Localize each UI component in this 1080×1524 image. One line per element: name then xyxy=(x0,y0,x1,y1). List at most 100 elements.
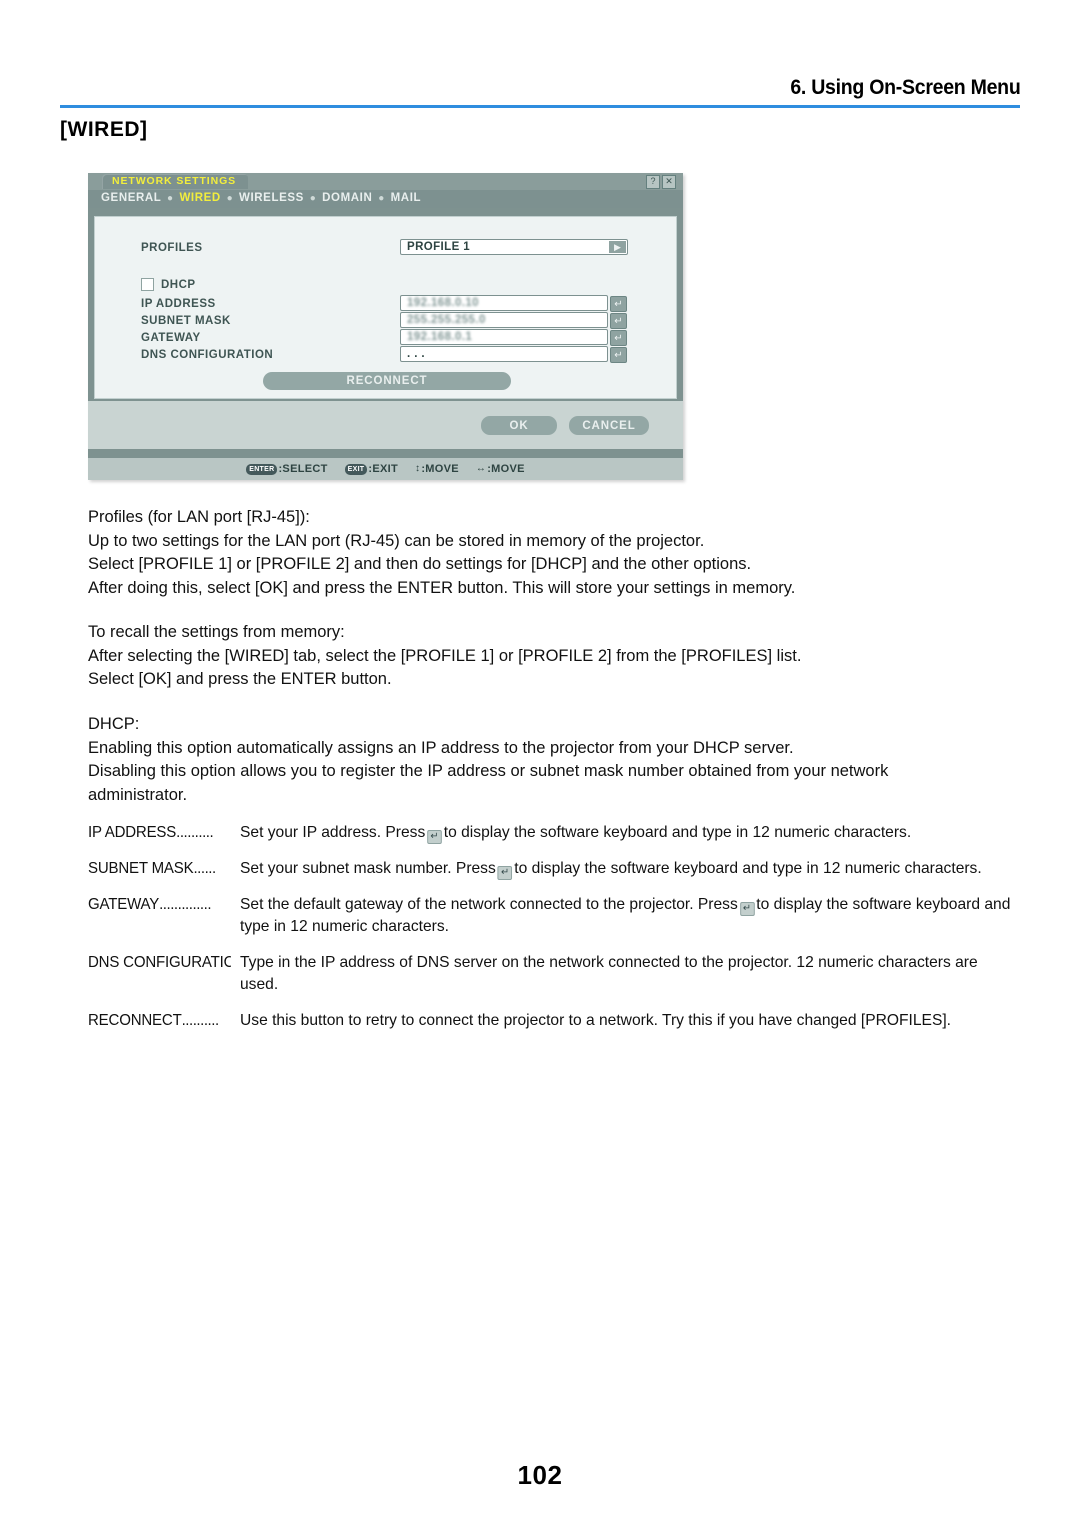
definition-text-after: to display the software keyboard and typ… xyxy=(443,824,912,841)
paragraph-line: administrator. xyxy=(88,785,188,804)
ip-address-value: 192.168.0.10 xyxy=(407,297,479,309)
definition-term-label: GATEWAY xyxy=(88,896,160,913)
definition-text-before: Set the default gateway of the network c… xyxy=(240,896,738,913)
subnet-mask-value: 255.255.255.0 xyxy=(407,314,486,326)
dialog-title: NETWORK SETTINGS xyxy=(102,174,249,189)
paragraph-line: DHCP: xyxy=(88,715,140,733)
enter-icon[interactable]: ↵ xyxy=(610,296,627,312)
enter-icon[interactable]: ↵ xyxy=(610,330,627,346)
tab-separator-icon: ● xyxy=(226,193,234,204)
definition-text-after: to display the software keyboard and typ… xyxy=(514,860,982,877)
reconnect-button[interactable]: RECONNECT xyxy=(263,372,511,390)
leader-dots: .......... xyxy=(181,1012,220,1029)
tab-wireless[interactable]: WIRELESS xyxy=(239,192,304,204)
header-rule xyxy=(60,105,1020,108)
dialog-statusbar: ENTER :SELECT EXIT :EXIT ↕ :MOVE ↔ :MOVE xyxy=(88,458,683,480)
dhcp-label: DHCP xyxy=(161,279,196,291)
paragraph-line: After doing this, select [OK] and press … xyxy=(88,578,796,597)
paragraph-recall: To recall the settings from memory: Afte… xyxy=(88,621,1032,692)
paragraph-dhcp: DHCP: Enabling this option automatically… xyxy=(88,713,1032,807)
definition-term-label: SUBNET MASK xyxy=(88,860,194,877)
definition-term: RECONNECT.......... xyxy=(88,1010,231,1032)
definition-term-label: DNS CONFIGURATION xyxy=(88,954,231,971)
subnet-mask-label: SUBNET MASK xyxy=(141,315,231,327)
status-exit-label: :EXIT xyxy=(368,463,399,475)
definition-term-label: RECONNECT xyxy=(88,1012,182,1029)
enter-icon: ↵ xyxy=(427,830,442,844)
gateway-value: 192.168.0.1 xyxy=(407,331,473,343)
dns-configuration-input[interactable]: . . . ↵ xyxy=(400,346,627,363)
tab-general[interactable]: GENERAL xyxy=(101,192,161,204)
window-buttons: ? ✕ xyxy=(646,175,676,189)
definition-description: Set the default gateway of the network c… xyxy=(240,894,1012,938)
profiles-select[interactable]: PROFILE 1 ▶ xyxy=(400,239,628,255)
paragraph-line: Select [PROFILE 1] or [PROFILE 2] and th… xyxy=(88,555,752,573)
status-move-vertical: ↕ :MOVE xyxy=(415,463,459,475)
cancel-button[interactable]: CANCEL xyxy=(569,416,649,435)
paragraph-line: Up to two settings for the LAN port (RJ-… xyxy=(88,531,705,550)
list-item: RECONNECT.......... Use this button to r… xyxy=(88,1010,1032,1032)
status-select: ENTER :SELECT xyxy=(246,463,327,475)
gateway-input[interactable]: 192.168.0.1 ↵ xyxy=(400,329,627,346)
definition-description: Type in the IP address of DNS server on … xyxy=(240,954,978,993)
list-item: DNS CONFIGURATION.. Type in the IP addre… xyxy=(88,952,1032,996)
status-move-horizontal: ↔ :MOVE xyxy=(476,463,525,475)
help-icon[interactable]: ? xyxy=(646,175,660,189)
ip-address-input[interactable]: 192.168.0.10 ↵ xyxy=(400,295,627,312)
dhcp-checkbox[interactable] xyxy=(141,278,154,291)
definition-text-before: Set your subnet mask number. Press xyxy=(240,860,496,877)
list-item: IP ADDRESS.......... Set your IP address… xyxy=(88,822,1032,844)
tab-mail[interactable]: MAIL xyxy=(391,192,422,204)
definition-term: DNS CONFIGURATION.. xyxy=(88,952,231,974)
list-item: SUBNET MASK...... Set your subnet mask n… xyxy=(88,858,1032,880)
enter-icon[interactable]: ↵ xyxy=(610,347,627,363)
status-exit: EXIT :EXIT xyxy=(344,463,399,475)
tab-domain[interactable]: DOMAIN xyxy=(322,192,372,204)
paragraph-line: After selecting the [WIRED] tab, select … xyxy=(88,646,802,665)
definition-description: Use this button to retry to connect the … xyxy=(240,1012,952,1029)
dialog-titlebar: NETWORK SETTINGS ? ✕ xyxy=(88,173,683,190)
dns-configuration-label: DNS CONFIGURATION xyxy=(141,349,274,361)
paragraph-line: Enabling this option automatically assig… xyxy=(88,738,794,757)
status-move-horizontal-label: :MOVE xyxy=(487,463,525,475)
definition-term-label: IP ADDRESS xyxy=(88,824,177,841)
paragraph-line: Profiles (for LAN port [RJ-45]): xyxy=(88,508,310,526)
enter-icon: ↵ xyxy=(497,866,513,880)
paragraph-line: To recall the settings from memory: xyxy=(88,623,345,641)
arrow-updown-icon: ↕ xyxy=(415,463,421,474)
dialog-footer: OK CANCEL xyxy=(88,401,683,449)
profiles-value: PROFILE 1 xyxy=(407,241,471,253)
dialog-tabs: GENERAL ● WIRED ● WIRELESS ● DOMAIN ● MA… xyxy=(88,190,683,208)
page-title: [WIRED] xyxy=(60,118,148,141)
page-header: 6. Using On-Screen Menu xyxy=(60,72,1020,108)
gateway-label: GATEWAY xyxy=(141,332,201,344)
paragraph-line: Disabling this option allows you to regi… xyxy=(88,762,889,780)
tab-separator-icon: ● xyxy=(378,193,385,204)
tab-wired[interactable]: WIRED xyxy=(179,192,220,204)
dialog-body: PROFILES PROFILE 1 ▶ DHCP IP ADDRESS 192… xyxy=(94,216,677,399)
paragraph-line: Select [OK] and press the ENTER button. xyxy=(88,670,392,688)
profiles-label: PROFILES xyxy=(141,242,203,254)
ok-button[interactable]: OK xyxy=(481,416,557,435)
exit-key-icon: EXIT xyxy=(344,463,368,475)
definition-term: GATEWAY.............. xyxy=(88,894,231,916)
close-icon[interactable]: ✕ xyxy=(662,175,676,189)
leader-dots: .......... xyxy=(176,824,214,841)
chevron-right-icon[interactable]: ▶ xyxy=(609,241,626,253)
enter-icon[interactable]: ↵ xyxy=(610,313,627,329)
paragraph-profiles: Profiles (for LAN port [RJ-45]): Up to t… xyxy=(88,506,1032,600)
leader-dots: .............. xyxy=(159,896,212,913)
definition-description: Set your subnet mask number. Press ↵ to di… xyxy=(240,858,1012,880)
tab-separator-icon: ● xyxy=(167,193,174,204)
subnet-mask-input[interactable]: 255.255.255.0 ↵ xyxy=(400,312,627,329)
definition-term: SUBNET MASK...... xyxy=(88,858,231,880)
dns-configuration-value: . . . xyxy=(407,348,425,360)
definition-term: IP ADDRESS.......... xyxy=(88,822,231,844)
status-move-vertical-label: :MOVE xyxy=(421,463,459,475)
enter-icon: ↵ xyxy=(739,902,755,916)
network-settings-dialog: NETWORK SETTINGS ? ✕ GENERAL ● WIRED ● W… xyxy=(88,173,683,480)
settings-description-list: IP ADDRESS.......... Set your IP address… xyxy=(88,822,1032,1046)
list-item: GATEWAY.............. Set the default ga… xyxy=(88,894,1032,938)
chapter-title: 6. Using On-Screen Menu xyxy=(789,76,1020,99)
ip-address-label: IP ADDRESS xyxy=(141,298,216,310)
